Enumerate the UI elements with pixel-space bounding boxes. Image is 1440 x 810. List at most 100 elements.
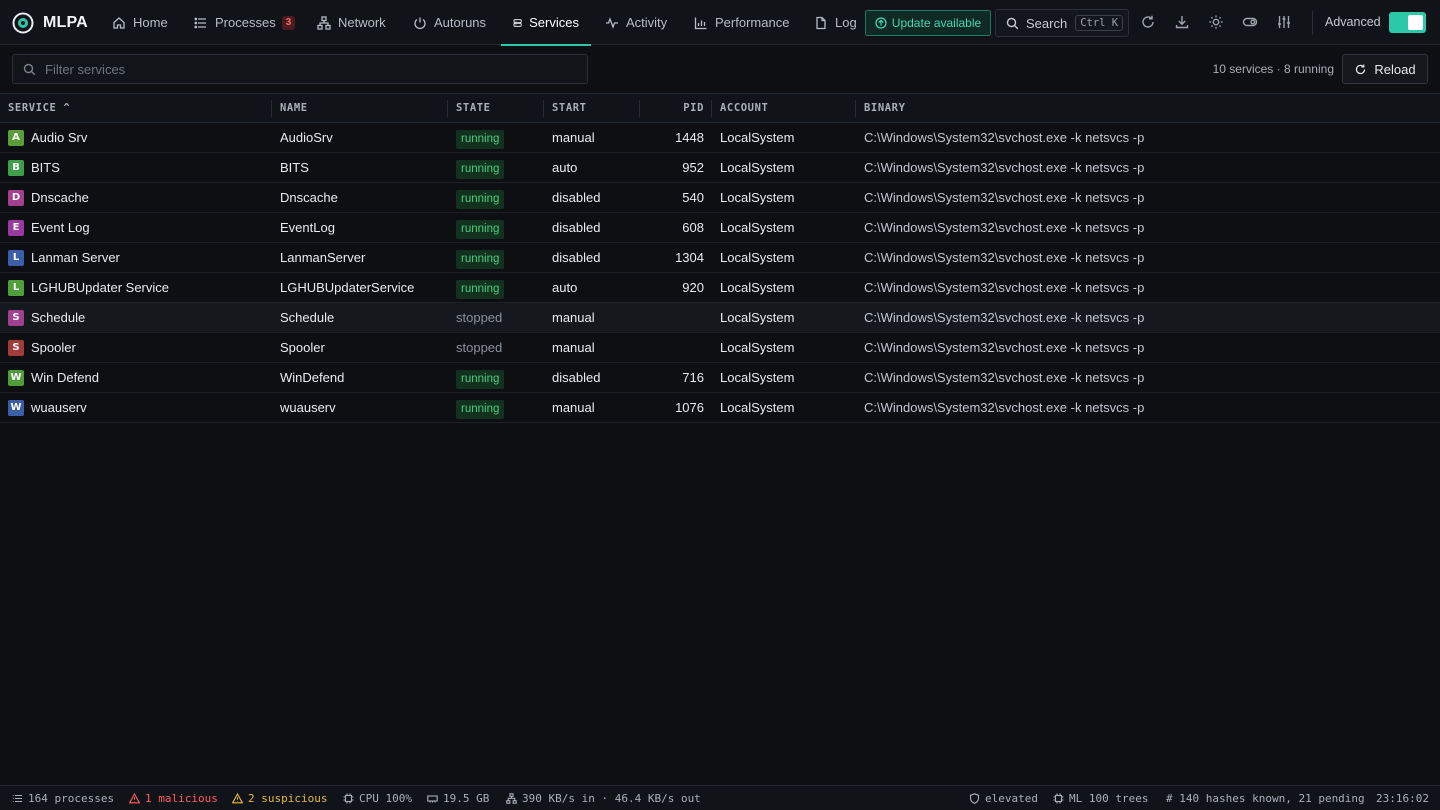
service-pid: 1076 [675, 400, 704, 415]
filter-services-input[interactable] [45, 61, 565, 77]
app-logo-icon [12, 12, 34, 34]
service-start-type: disabled [552, 190, 601, 205]
service-account: LocalSystem [720, 220, 795, 235]
tab-services[interactable]: Services [501, 0, 591, 46]
service-pid [644, 303, 704, 332]
status-badge: running [456, 160, 505, 179]
status-network: 390 KB/s in · 46.4 KB/s out [506, 786, 701, 810]
service-account: LocalSystem [720, 280, 795, 295]
status-cpu: CPU 100% [343, 786, 412, 810]
status-ml-text: ML 100 trees [1069, 791, 1149, 805]
tab-label: Network [338, 15, 386, 30]
tab-autoruns[interactable]: Autoruns [413, 0, 486, 45]
status-badge: running [456, 130, 505, 149]
cpu-icon [1053, 793, 1064, 803]
column-header-account[interactable]: ACCOUNT [720, 94, 768, 123]
status-ml: ML 100 trees [1053, 786, 1148, 810]
tab-log[interactable]: Log [814, 0, 857, 45]
status-badge: running [456, 370, 505, 389]
status-clock: 23:16:02 [1376, 786, 1429, 810]
column-header-pid[interactable]: PID [644, 94, 704, 123]
status-processes[interactable]: 164 processes [12, 786, 114, 810]
reload-button[interactable]: Reload [1342, 54, 1428, 84]
update-label: Update available [891, 16, 982, 30]
table-row[interactable]: B BITS BITS auto LocalSystem C:\Windows\Syste… [0, 153, 1440, 183]
toggle-knob [1408, 15, 1423, 30]
activity-icon [606, 16, 618, 29]
service-pid: 716 [682, 370, 704, 385]
app-name: MLPA [43, 14, 88, 31]
table-row[interactable]: S Spooler Spooler manual LocalSystem C:\Windo… [0, 333, 1440, 363]
update-available-button[interactable]: Update available [865, 10, 991, 36]
tab-performance[interactable]: Performance [694, 0, 789, 45]
table-row[interactable]: W Win Defend WinDefend disabled LocalSystem C… [0, 363, 1440, 393]
warning-icon [129, 792, 140, 803]
toggle-icon[interactable] [1242, 14, 1258, 30]
brand[interactable]: MLPA [12, 11, 88, 35]
reload-label: Reload [1374, 61, 1416, 77]
column-header-state[interactable]: STATE [456, 94, 491, 123]
service-display-name: Event Log [31, 220, 90, 235]
table-row[interactable]: A Audio Srv AudioSrv manual LocalSystem C:\Wi… [0, 123, 1440, 153]
service-display-name: Spooler [31, 340, 76, 355]
column-resize-handle[interactable] [855, 100, 856, 117]
service-letter-icon: W [8, 370, 24, 386]
service-letter-icon: W [8, 400, 24, 416]
table-row[interactable]: E Event Log EventLog disabled LocalSystem C:\… [0, 213, 1440, 243]
filter-services-field[interactable] [12, 54, 588, 84]
tab-processes[interactable]: Processes 3 [194, 0, 296, 45]
table-row[interactable]: D Dnscache Dnscache disabled LocalSystem C:\W… [0, 183, 1440, 213]
service-pid: 920 [682, 280, 704, 295]
advanced-toggle[interactable] [1389, 12, 1426, 33]
service-pid: 1448 [675, 130, 704, 145]
table-row[interactable]: Wwuauserv wuauserv manual LocalSystem C:\Win… [0, 393, 1440, 423]
download-icon[interactable] [1174, 14, 1190, 30]
refresh-icon[interactable] [1140, 14, 1156, 30]
service-letter-icon: B [8, 160, 24, 176]
status-badge: running [456, 250, 505, 269]
network-icon [317, 15, 331, 30]
tab-home[interactable]: Home [112, 0, 168, 45]
column-resize-handle[interactable] [447, 100, 448, 117]
service-state-cell: running [456, 123, 505, 152]
tab-label: Home [133, 15, 168, 30]
power-icon [414, 17, 426, 29]
service-start-type: auto [552, 280, 578, 295]
column-resize-handle[interactable] [639, 100, 640, 117]
column-header-start[interactable]: START [552, 94, 587, 123]
status-malicious[interactable]: 1 malicious [129, 786, 218, 810]
bar-chart-icon [694, 17, 707, 29]
tab-activity[interactable]: Activity [605, 0, 667, 45]
service-state-cell: running [456, 243, 505, 272]
service-name: BITS [280, 160, 309, 175]
service-letter-icon: L [8, 250, 24, 266]
column-header-name[interactable]: NAME [280, 94, 308, 123]
tab-network[interactable]: Network [317, 0, 386, 45]
status-badge: running [456, 220, 505, 239]
status-badge: stopped [456, 310, 503, 325]
search-label: Search [1026, 15, 1068, 31]
search-button[interactable]: Search Ctrl K [995, 9, 1129, 37]
service-name: Schedule [280, 310, 335, 325]
column-header-binary[interactable]: BINARY [864, 94, 906, 123]
service-binary-path: C:\Windows\System32\svchost.exe -k netsv… [864, 400, 1145, 415]
column-resize-handle[interactable] [271, 100, 272, 117]
search-icon [23, 63, 36, 75]
service-letter-icon: A [8, 130, 24, 146]
table-row[interactable]: S Schedule Schedule manual LocalSystem C:\Win… [0, 303, 1440, 333]
status-elevated: elevated [969, 786, 1038, 810]
server-icon [513, 18, 522, 27]
status-badge: stopped [456, 340, 503, 355]
column-header-service[interactable]: SERVICE ^ [8, 94, 70, 123]
table-row[interactable]: L LGHUBUpdater Service LGHUBUpdaterService… [0, 273, 1440, 303]
sun-icon[interactable] [1208, 14, 1224, 30]
sliders-icon[interactable] [1276, 14, 1292, 30]
advanced-label: Advanced [1325, 15, 1381, 29]
column-resize-handle[interactable] [711, 100, 712, 117]
column-resize-handle[interactable] [543, 100, 544, 117]
service-display-name: LGHUBUpdater Service [31, 280, 169, 295]
service-state-cell: running [456, 393, 505, 422]
table-row[interactable]: L Lanman Server LanmanServer disabled LocalS… [0, 243, 1440, 273]
status-suspicious[interactable]: 2 suspicious [232, 786, 327, 810]
service-start-type: manual [552, 310, 595, 325]
